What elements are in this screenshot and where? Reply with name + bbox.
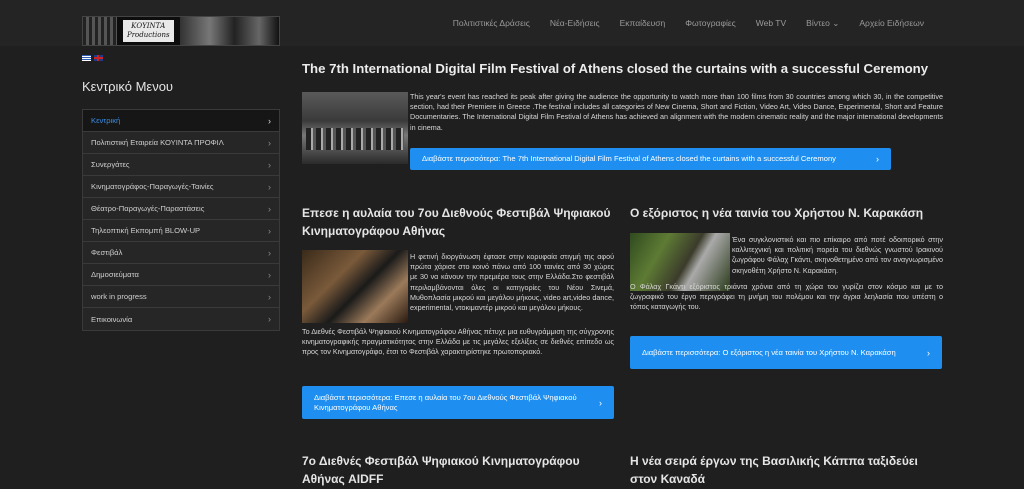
logo-brand-text: ΚΟΥΙΝΤΑ Productions (123, 20, 174, 42)
sidebar-item-label: Τηλεοπτική Εκπομπή BLOW-UP (91, 226, 201, 235)
chevron-right-icon: › (268, 115, 271, 126)
sidebar-menu: Κεντρική › Πολιτιστική Εταιρεία ΚΟΥΙΝΤΑ Π… (82, 109, 280, 331)
chevron-right-icon: › (876, 154, 879, 164)
uk-flag-icon[interactable] (94, 55, 103, 61)
right-read-more-button[interactable]: Διαβάστε περισσότερα: Ο εξόριστος η νέα … (630, 336, 942, 369)
left-article-image (302, 250, 408, 323)
sidebar-item-label: Πολιτιστική Εταιρεία ΚΟΥΙΝΤΑ ΠΡΟΦΙΛ (91, 138, 224, 147)
bottom-left-article-title[interactable]: 7ο Διεθνές Φεστιβάλ Ψηφιακού Κινηματογρά… (302, 452, 614, 488)
left-article-title[interactable]: Επεσε η αυλαία του 7ου Διεθνούς Φεστιβάλ… (302, 204, 614, 240)
chevron-right-icon: › (599, 397, 602, 408)
sidebar-item-home[interactable]: Κεντρική › (83, 110, 279, 132)
nav-photos[interactable]: Φωτογραφίες (675, 18, 746, 29)
featured-article-title[interactable]: The 7th International Digital Film Festi… (302, 61, 928, 76)
sidebar-item-cinema[interactable]: Κινηματογράφος-Παραγωγές-Ταινίες › (83, 176, 279, 198)
right-article-text-2: Ο Φάλαχ Γκάντι εξόριστος τριάντα χρόνια … (630, 282, 943, 312)
sidebar-item-label: Επικοινωνία (91, 314, 133, 324)
sidebar-item-contact[interactable]: Επικοινωνία › (83, 308, 279, 330)
nav-news[interactable]: Νέα-Ειδήσεις (540, 18, 610, 29)
left-article-text-2: Το Διεθνές Φεστιβάλ Ψηφιακού Κινηματογρά… (302, 327, 614, 357)
sidebar-item-label: Συνεργάτες (91, 160, 130, 169)
chevron-right-icon: › (268, 269, 271, 280)
sidebar-item-label: work in progress (91, 292, 147, 301)
sidebar-item-tv-show[interactable]: Τηλεοπτική Εκπομπή BLOW-UP › (83, 220, 279, 242)
sidebar-item-label: Θέατρο-Παραγωγές-Παραστάσεις (91, 204, 205, 213)
main-nav: Πολιτιστικές Δράσεις Νέα-Ειδήσεις Εκπαίδ… (443, 18, 934, 29)
nav-video-dropdown[interactable]: Βίντεο ⌄ (796, 18, 849, 29)
sidebar-item-profile[interactable]: Πολιτιστική Εταιρεία ΚΟΥΙΝΤΑ ΠΡΟΦΙΛ › (83, 132, 279, 154)
top-bar: ΚΟΥΙΝΤΑ Productions Πολιτιστικές Δράσεις… (0, 0, 1024, 46)
sidebar-item-label: Φεστιβάλ (91, 248, 123, 257)
left-article-text: Η φετινή διοργάνωση έφτασε στην κορυφαία… (410, 252, 614, 313)
sidebar-item-partners[interactable]: Συνεργάτες › (83, 154, 279, 176)
featured-article-text: This year's event has reached its peak a… (410, 92, 943, 132)
sidebar-item-label: Δημοσιεύματα (91, 270, 139, 279)
chevron-right-icon: › (268, 203, 271, 214)
sidebar-item-label: Κινηματογράφος-Παραγωγές-Ταινίες (91, 182, 214, 191)
sidebar-item-publications[interactable]: Δημοσιεύματα › (83, 264, 279, 286)
right-article-text: Ένα συγκλονιστικό και πιο επίκαιρο από π… (732, 235, 943, 275)
nav-news-archive[interactable]: Αρχείο Ειδήσεων (849, 18, 934, 29)
chevron-right-icon: › (927, 347, 930, 358)
chevron-right-icon: › (268, 181, 271, 192)
sidebar-item-festival[interactable]: Φεστιβάλ › (83, 242, 279, 264)
right-article-title[interactable]: Ο εξόριστος η νέα ταινία του Χρήστου Ν. … (630, 204, 942, 222)
left-read-more-button[interactable]: Διαβάστε περισσότερα: Επεσε η αυλαία του… (302, 386, 614, 419)
nav-education[interactable]: Εκπαίδευση (610, 18, 676, 29)
chevron-right-icon: › (268, 225, 271, 236)
nav-webtv[interactable]: Web TV (746, 18, 796, 29)
bottom-right-article-title[interactable]: Η νέα σειρά έργων της Βασιλικής Κάππα τα… (630, 452, 942, 488)
chevron-right-icon: › (268, 159, 271, 170)
sidebar-title: Κεντρικό Μενου (82, 79, 174, 94)
button-label: Διαβάστε περισσότερα: Επεσε η αυλαία του… (314, 392, 577, 412)
button-label: Διαβάστε περισσότερα: Ο εξόριστος η νέα … (642, 347, 896, 357)
sidebar-item-theatre[interactable]: Θέατρο-Παραγωγές-Παραστάσεις › (83, 198, 279, 220)
button-label: Διαβάστε περισσότερα: The 7th Internatio… (422, 154, 836, 163)
chevron-right-icon: › (268, 314, 271, 324)
nav-cultural-actions[interactable]: Πολιτιστικές Δράσεις (443, 18, 540, 29)
sidebar-item-label: Κεντρική (91, 116, 121, 125)
sidebar-item-work-in-progress[interactable]: work in progress › (83, 286, 279, 308)
featured-article-image (302, 92, 408, 164)
featured-read-more-button[interactable]: Διαβάστε περισσότερα: The 7th Internatio… (410, 148, 891, 170)
greek-flag-icon[interactable] (82, 55, 91, 61)
site-logo[interactable]: ΚΟΥΙΝΤΑ Productions (82, 16, 280, 46)
logo-photo-strip (179, 17, 279, 45)
chevron-right-icon: › (268, 291, 271, 302)
language-switcher (82, 55, 103, 61)
chevron-right-icon: › (268, 247, 271, 258)
chevron-right-icon: › (268, 137, 271, 148)
film-strip-graphic (83, 17, 117, 45)
